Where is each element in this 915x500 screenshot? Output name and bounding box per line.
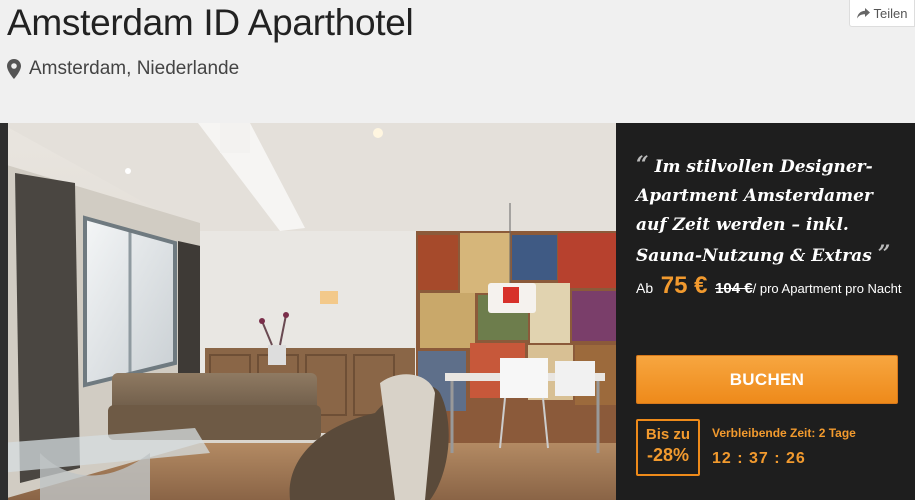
current-price: 75 € bbox=[660, 272, 708, 299]
quote-open-mark: “ bbox=[636, 152, 649, 178]
book-button[interactable]: BUCHEN bbox=[636, 355, 898, 404]
offer-panel: “ Im stilvollen Designer-Apartment Amste… bbox=[616, 123, 915, 500]
price-suffix: / pro Apartment pro Nacht bbox=[752, 281, 902, 296]
photo-edge bbox=[0, 123, 8, 500]
share-label: Teilen bbox=[873, 5, 908, 21]
countdown-timer: 12 : 37 : 26 bbox=[712, 450, 806, 467]
share-arrow-icon bbox=[856, 7, 870, 19]
offer-quote: “ Im stilvollen Designer-Apartment Amste… bbox=[636, 151, 906, 271]
remaining-time-label: Verbleibende Zeit: 2 Tage bbox=[712, 426, 856, 440]
location-text: Amsterdam, Niederlande bbox=[29, 58, 240, 79]
hotel-photo[interactable] bbox=[0, 123, 616, 500]
hotel-title: Amsterdam ID Aparthotel bbox=[7, 2, 414, 43]
discount-value: -28% bbox=[646, 445, 690, 465]
price-prefix: Ab bbox=[636, 280, 654, 296]
quote-text: Im stilvollen Designer-Apartment Amsterd… bbox=[636, 157, 873, 266]
page-header: Amsterdam ID Aparthotel Amsterdam, Niede… bbox=[0, 0, 915, 120]
apartment-interior-image bbox=[0, 123, 616, 500]
price-info: Ab 75 € 104 €/ pro Apartment pro Nacht bbox=[636, 273, 906, 301]
map-pin-icon bbox=[7, 59, 21, 79]
hotel-location: Amsterdam, Niederlande bbox=[7, 58, 239, 80]
old-price: 104 € bbox=[715, 280, 753, 297]
discount-badge: Bis zu -28% bbox=[636, 419, 700, 476]
quote-close-mark: ” bbox=[877, 241, 891, 267]
share-button[interactable]: Teilen bbox=[849, 0, 915, 27]
discount-line1: Bis zu bbox=[645, 426, 691, 443]
